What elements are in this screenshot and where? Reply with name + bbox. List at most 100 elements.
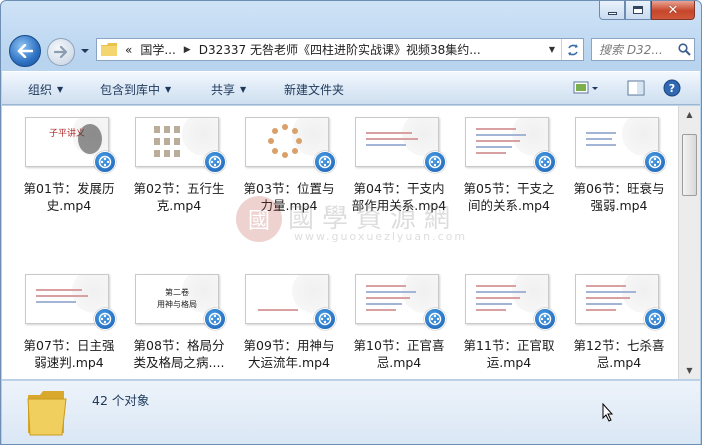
preview-pane-button[interactable] bbox=[627, 79, 645, 100]
back-button[interactable] bbox=[9, 35, 41, 67]
thumb-dot bbox=[291, 128, 298, 135]
file-item[interactable]: 第二卷用神与格局第08节：格局分 类及格局之病.... bbox=[128, 266, 230, 376]
thumb-lines bbox=[586, 132, 636, 150]
file-item[interactable]: 第07节：日主强 弱速判.mp4 bbox=[18, 266, 120, 376]
file-name-line: 第12节：七杀喜 bbox=[573, 338, 665, 353]
thumb-dot bbox=[282, 124, 288, 130]
share-menu[interactable]: 共享 ▼ bbox=[211, 81, 246, 98]
file-name-line: 类及格局之病.... bbox=[133, 355, 225, 370]
chevron-down-icon: ▼ bbox=[57, 85, 64, 94]
media-player-icon bbox=[94, 151, 116, 173]
media-player-icon bbox=[204, 308, 226, 330]
help-button[interactable]: ? bbox=[663, 79, 681, 100]
recent-pages-dropdown[interactable] bbox=[80, 47, 90, 55]
svg-text:?: ? bbox=[669, 82, 675, 95]
thumb-lines bbox=[586, 285, 636, 315]
folder-icon bbox=[27, 391, 67, 436]
file-name-line: 弱速判.mp4 bbox=[34, 355, 104, 370]
thumb-figure bbox=[174, 138, 180, 145]
thumb-lines bbox=[366, 285, 416, 315]
thumb-title: 第二卷 bbox=[165, 288, 189, 297]
address-dropdown[interactable]: ▼ bbox=[543, 39, 561, 60]
item-count: 42 个对象 bbox=[92, 393, 150, 408]
file-name: 第07节：日主强 弱速判.mp4 bbox=[18, 337, 120, 371]
maximize-button[interactable] bbox=[625, 1, 651, 20]
file-item[interactable]: 第11节：正官取 运.mp4 bbox=[458, 266, 560, 376]
file-name-line: 克.mp4 bbox=[156, 198, 202, 213]
details-pane: 42 个对象 bbox=[2, 380, 700, 444]
file-name: 第01节：发展历 史.mp4 bbox=[18, 180, 120, 214]
breadcrumb-item[interactable]: 国学... bbox=[140, 41, 175, 58]
address-bar[interactable]: « 国学... ▶ D32337 无咎老师《四柱进阶实战课》视频38集约... … bbox=[96, 38, 584, 61]
new-folder-label: 新建文件夹 bbox=[284, 83, 345, 97]
minimize-icon bbox=[607, 11, 617, 15]
search-box[interactable]: 搜索 D32... bbox=[591, 38, 695, 61]
file-item[interactable]: 第09节：用神与 大运流年.mp4 bbox=[238, 266, 340, 376]
change-view-button[interactable] bbox=[573, 79, 599, 100]
breadcrumb-overflow[interactable]: « bbox=[125, 43, 132, 57]
forward-button[interactable] bbox=[47, 38, 75, 66]
file-name-line: 间的关系.mp4 bbox=[467, 198, 551, 213]
vertical-scrollbar[interactable]: ▲ ▼ bbox=[678, 106, 700, 379]
mouse-cursor bbox=[602, 403, 614, 422]
file-name: 第05节：干支之 间的关系.mp4 bbox=[458, 180, 560, 214]
file-name-line: 运.mp4 bbox=[486, 355, 532, 370]
file-item[interactable]: 第06节：旺衰与 强弱.mp4 bbox=[568, 109, 670, 219]
chevron-down-icon: ▼ bbox=[548, 45, 556, 54]
thumb-figure bbox=[164, 150, 170, 157]
file-name: 第10节：正官喜 忌.mp4 bbox=[348, 337, 450, 371]
organize-label: 组织 bbox=[28, 83, 53, 97]
search-input[interactable]: 搜索 D32... bbox=[592, 41, 674, 58]
file-name-line: 第08节：格局分 bbox=[133, 338, 225, 353]
thumb-figure bbox=[164, 138, 170, 145]
close-button[interactable]: ✕ bbox=[651, 1, 695, 20]
chevron-down-icon: ▼ bbox=[240, 85, 247, 94]
new-folder-button[interactable]: 新建文件夹 bbox=[284, 81, 344, 98]
thumb-dot bbox=[272, 147, 279, 154]
chevron-right-icon[interactable]: ▶ bbox=[184, 45, 191, 55]
minimize-button[interactable] bbox=[599, 1, 625, 20]
file-item[interactable]: 第03节：位置与 力量.mp4 bbox=[238, 109, 340, 219]
include-in-library-menu[interactable]: 包含到库中 ▼ bbox=[100, 81, 171, 98]
thumb-dot bbox=[291, 147, 298, 154]
organize-menu[interactable]: 组织 ▼ bbox=[28, 81, 63, 98]
breadcrumb-item[interactable]: D32337 无咎老师《四柱进阶实战课》视频38集约... bbox=[199, 41, 481, 58]
scroll-up-button[interactable]: ▲ bbox=[679, 106, 700, 123]
close-icon: ✕ bbox=[667, 2, 679, 18]
caption-buttons: ✕ bbox=[599, 1, 695, 20]
thumb-figure bbox=[164, 126, 170, 133]
media-player-icon bbox=[644, 151, 666, 173]
file-item[interactable]: 第12节：七杀喜 忌.mp4 bbox=[568, 266, 670, 376]
file-item[interactable]: 子平讲义 第01节：发展历 史.mp4 bbox=[18, 109, 120, 219]
file-name-line: 强弱.mp4 bbox=[590, 198, 648, 213]
thumb-lines bbox=[258, 309, 308, 315]
media-player-icon bbox=[94, 308, 116, 330]
search-icon[interactable] bbox=[674, 43, 694, 56]
file-name-line: 第03节：位置与 bbox=[243, 181, 335, 196]
refresh-button[interactable] bbox=[561, 39, 583, 60]
thumb-figure bbox=[154, 126, 160, 133]
file-name-line: 第02节：五行生 bbox=[133, 181, 225, 196]
file-name-line: 第10节：正官喜 bbox=[353, 338, 445, 353]
file-item[interactable]: 第10节：正官喜 忌.mp4 bbox=[348, 266, 450, 376]
file-name: 第12节：七杀喜 忌.mp4 bbox=[568, 337, 670, 371]
help-icon: ? bbox=[663, 79, 681, 97]
media-player-icon bbox=[424, 151, 446, 173]
scroll-thumb[interactable] bbox=[682, 134, 697, 196]
media-player-icon bbox=[314, 308, 336, 330]
arrow-right-icon bbox=[54, 46, 68, 58]
file-item[interactable]: 第02节：五行生 克.mp4 bbox=[128, 109, 230, 219]
thumb-dot bbox=[282, 152, 288, 158]
scroll-down-button[interactable]: ▼ bbox=[679, 362, 700, 379]
file-name-line: 忌.mp4 bbox=[376, 355, 422, 370]
file-item[interactable]: 第05节：干支之 间的关系.mp4 bbox=[458, 109, 560, 219]
thumb-dot bbox=[272, 128, 279, 135]
thumb-figure bbox=[174, 126, 180, 133]
media-player-icon bbox=[534, 308, 556, 330]
file-name-line: 大运流年.mp4 bbox=[247, 355, 331, 370]
thumb-subtitle: 用神与格局 bbox=[157, 300, 197, 309]
file-item[interactable]: 第04节：干支内 部作用关系.mp4 bbox=[348, 109, 450, 219]
chevron-up-icon: ▲ bbox=[686, 110, 693, 119]
file-name: 第06节：旺衰与 强弱.mp4 bbox=[568, 180, 670, 214]
arrow-left-icon bbox=[17, 44, 33, 58]
